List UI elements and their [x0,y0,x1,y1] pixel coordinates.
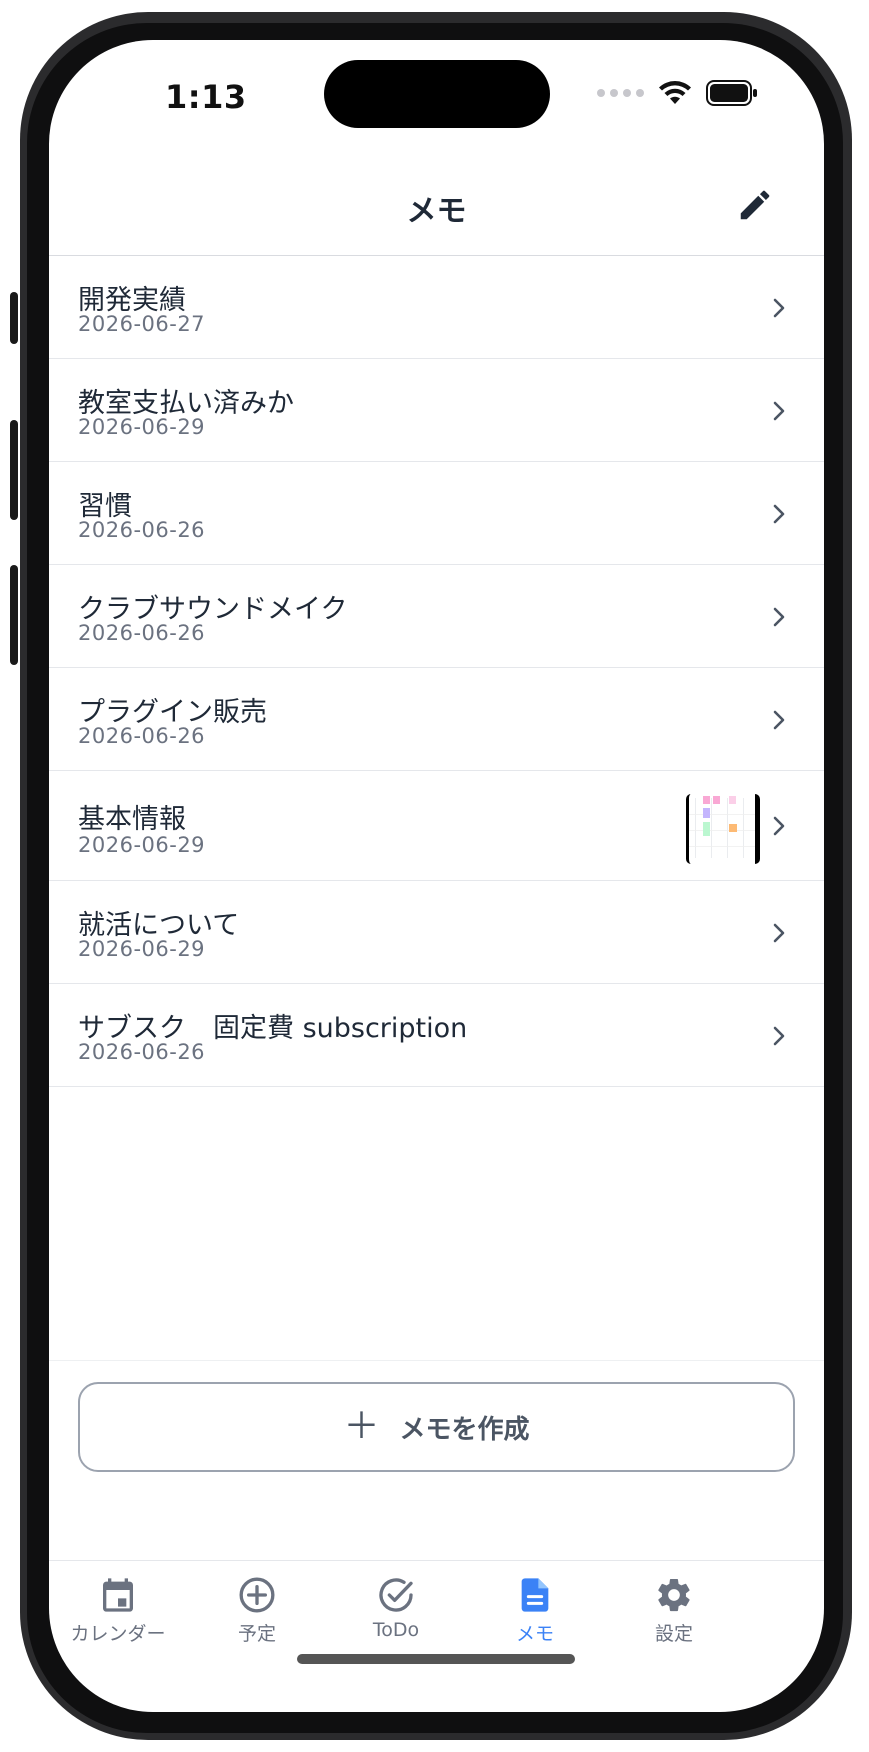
tab-label: メモ [515,1623,554,1645]
memo-date: 2026-06-26 [78,724,206,748]
memo-row[interactable]: サブスク 固定費 subscription 2026-06-26 [49,984,824,1087]
chevron-right-icon [773,923,785,942]
memo-thumbnail-image [686,794,760,864]
document-icon [521,1578,549,1612]
home-indicator [297,1654,575,1664]
memo-date: 2026-06-26 [78,1040,206,1064]
chevron-right-icon [773,1026,785,1045]
status-time: 1:13 [165,78,247,116]
page-title: メモ [406,194,467,229]
memo-row[interactable]: 習慣 2026-06-26 [49,462,824,565]
tab-settings[interactable]: 設定 [599,1575,749,1646]
memo-row[interactable]: プラグイン販売 2026-06-26 [49,668,824,771]
chevron-right-icon [773,298,785,317]
tab-todo[interactable]: ToDo [321,1575,471,1641]
tab-schedule[interactable]: 予定 [182,1575,332,1646]
status-bar: 1:13 [49,40,824,160]
pencil-icon[interactable] [736,186,774,224]
gear-icon [658,1578,690,1612]
memo-row[interactable]: 基本情報 2026-06-29 [49,771,824,881]
check-circle-icon [379,1578,413,1612]
chevron-right-icon [773,607,785,626]
create-memo-area: ＋ メモを作成 [49,1360,824,1560]
tab-label: ToDo [372,1619,420,1641]
memo-date: 2026-06-29 [78,415,206,439]
action-button [10,292,18,344]
memo-date: 2026-06-29 [78,833,206,857]
cellular-signal-icon [597,89,644,97]
battery-icon [706,80,757,106]
tab-bar: カレンダー 予定 ToDo メモ 設定 [49,1560,824,1712]
status-icons [597,80,758,106]
tab-calendar[interactable]: カレンダー [49,1575,193,1646]
memo-date: 2026-06-29 [78,937,206,961]
plus-icon: ＋ [343,1406,380,1447]
memo-date: 2026-06-26 [78,518,206,542]
dynamic-island [324,60,550,128]
tab-memo[interactable]: メモ [460,1575,610,1646]
memo-list: 開発実績 2026-06-27 教室支払い済みか 2026-06-29 習慣 2026-0… [49,256,824,1087]
memo-row[interactable]: 教室支払い済みか 2026-06-29 [49,359,824,462]
plus-circle-icon [239,1577,275,1613]
chevron-right-icon [773,710,785,729]
calendar-icon [103,1578,133,1612]
chevron-right-icon [773,401,785,420]
create-memo-button[interactable]: ＋ メモを作成 [78,1382,795,1472]
create-memo-label: メモを作成 [399,1414,530,1445]
memo-row[interactable]: 就活について 2026-06-29 [49,881,824,984]
volume-up-button [10,420,18,520]
app-screen: 1:13 メモ 開発実績 2026-06-27 教室支払い済みか 2026-06-29… [49,40,824,1712]
memo-row[interactable]: クラブサウンドメイク 2026-06-26 [49,565,824,668]
memo-date: 2026-06-26 [78,621,206,645]
tab-label: カレンダー [70,1623,166,1645]
chevron-right-icon [773,816,785,836]
memo-row[interactable]: 開発実績 2026-06-27 [49,256,824,359]
memo-date: 2026-06-27 [78,312,206,336]
navigation-bar: メモ [49,160,824,256]
memo-title: 基本情報 [78,804,186,835]
chevron-right-icon [773,504,785,523]
tab-label: 予定 [237,1623,276,1645]
volume-down-button [10,565,18,665]
tab-label: 設定 [654,1623,693,1645]
wifi-icon [659,81,691,104]
